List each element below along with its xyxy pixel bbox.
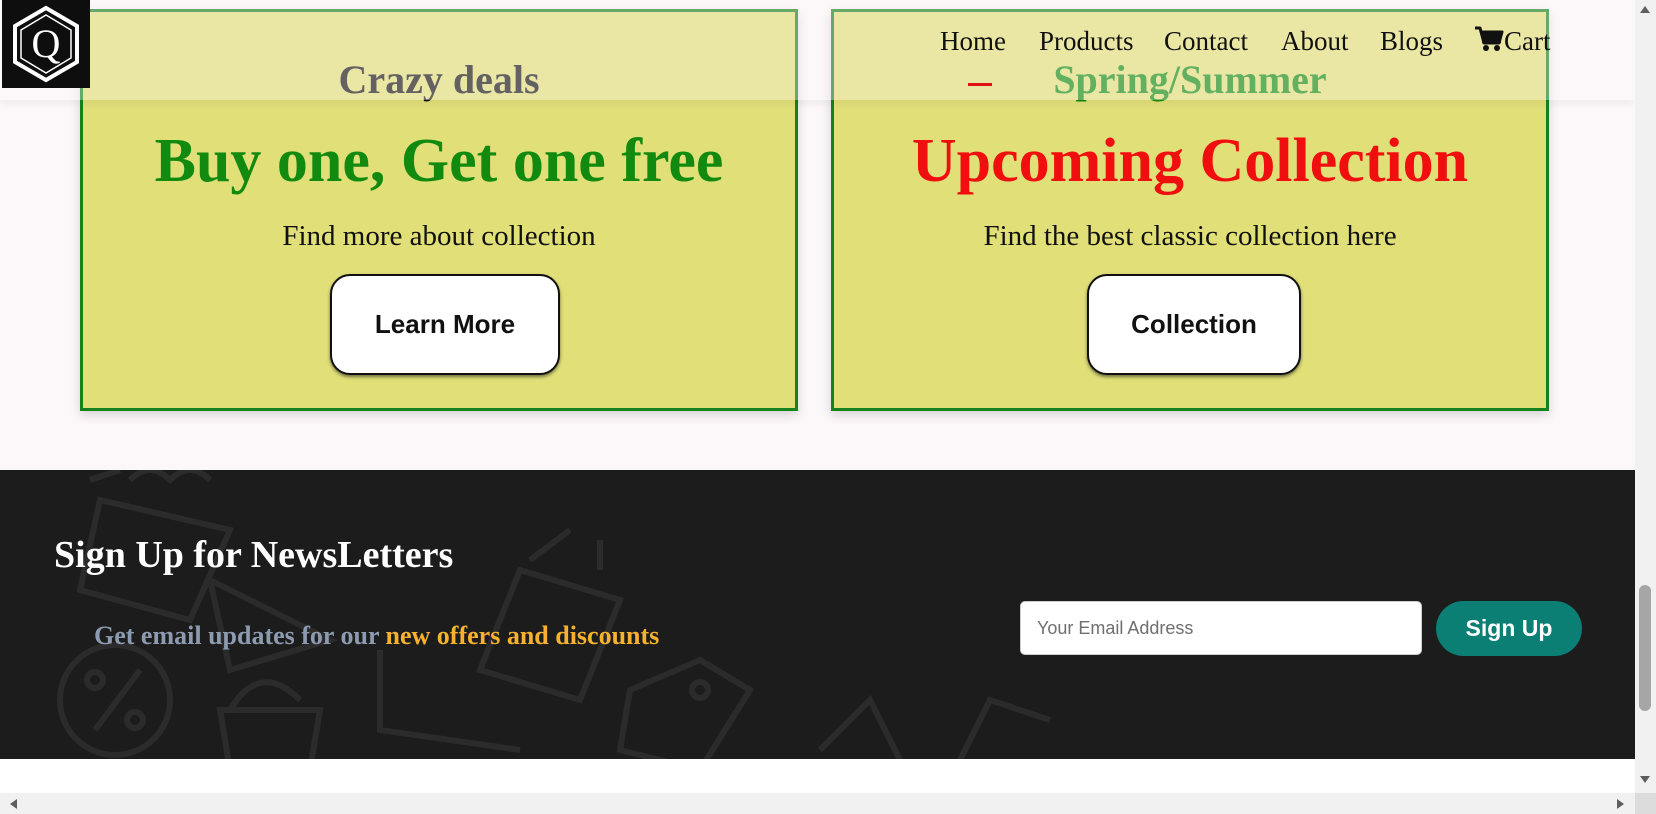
nav-blogs[interactable]: Blogs xyxy=(1380,26,1443,57)
vertical-scrollbar[interactable] xyxy=(1635,0,1656,793)
page: Crazy deals Buy one, Get one free Find m… xyxy=(0,0,1635,793)
learn-more-button[interactable]: Learn More xyxy=(330,274,560,375)
collection-button[interactable]: Collection xyxy=(1087,274,1301,375)
logo-icon: Q xyxy=(13,5,79,83)
site-header: Q Home Products Contact About Blogs Cart xyxy=(0,0,1635,100)
cart-icon xyxy=(1475,26,1504,51)
svg-text:Q: Q xyxy=(32,21,61,66)
horizontal-scrollbar[interactable] xyxy=(0,793,1635,814)
sign-up-button[interactable]: Sign Up xyxy=(1436,601,1582,656)
banner-text: Find more about collection xyxy=(282,220,596,252)
scroll-right-arrow-icon[interactable] xyxy=(1617,799,1624,809)
nav-products[interactable]: Products xyxy=(1039,26,1134,57)
scroll-up-arrow-icon[interactable] xyxy=(1640,6,1650,13)
newsletter-section: Sign Up for NewsLetters Get email update… xyxy=(0,470,1635,759)
newsletter-title: Sign Up for NewsLetters xyxy=(54,534,454,576)
nav-cart[interactable]: Cart xyxy=(1474,20,1551,57)
vertical-scrollbar-thumb[interactable] xyxy=(1639,585,1651,711)
newsletter-subtitle-prefix: Get email updates for our xyxy=(94,621,386,650)
logo[interactable]: Q xyxy=(2,0,90,88)
banner-text: Find the best classic collection here xyxy=(983,220,1397,252)
newsletter-subtitle: Get email updates for our new offers and… xyxy=(94,623,659,649)
banner-title: Buy one, Get one free xyxy=(154,127,724,195)
nav-home[interactable]: Home xyxy=(940,26,1006,57)
nav-contact[interactable]: Contact xyxy=(1164,26,1248,57)
nav-cart-label: Cart xyxy=(1504,26,1551,56)
scroll-down-arrow-icon[interactable] xyxy=(1640,776,1650,783)
newsletter-subtitle-highlight: new offers and discounts xyxy=(385,621,660,650)
banner-title: Upcoming Collection xyxy=(911,127,1469,195)
email-input[interactable] xyxy=(1020,601,1422,655)
active-nav-indicator xyxy=(968,83,992,86)
scrollbar-corner xyxy=(1635,793,1656,814)
page-bottom-area xyxy=(0,759,1635,793)
scroll-left-arrow-icon[interactable] xyxy=(10,799,17,809)
nav-about[interactable]: About xyxy=(1281,26,1349,57)
